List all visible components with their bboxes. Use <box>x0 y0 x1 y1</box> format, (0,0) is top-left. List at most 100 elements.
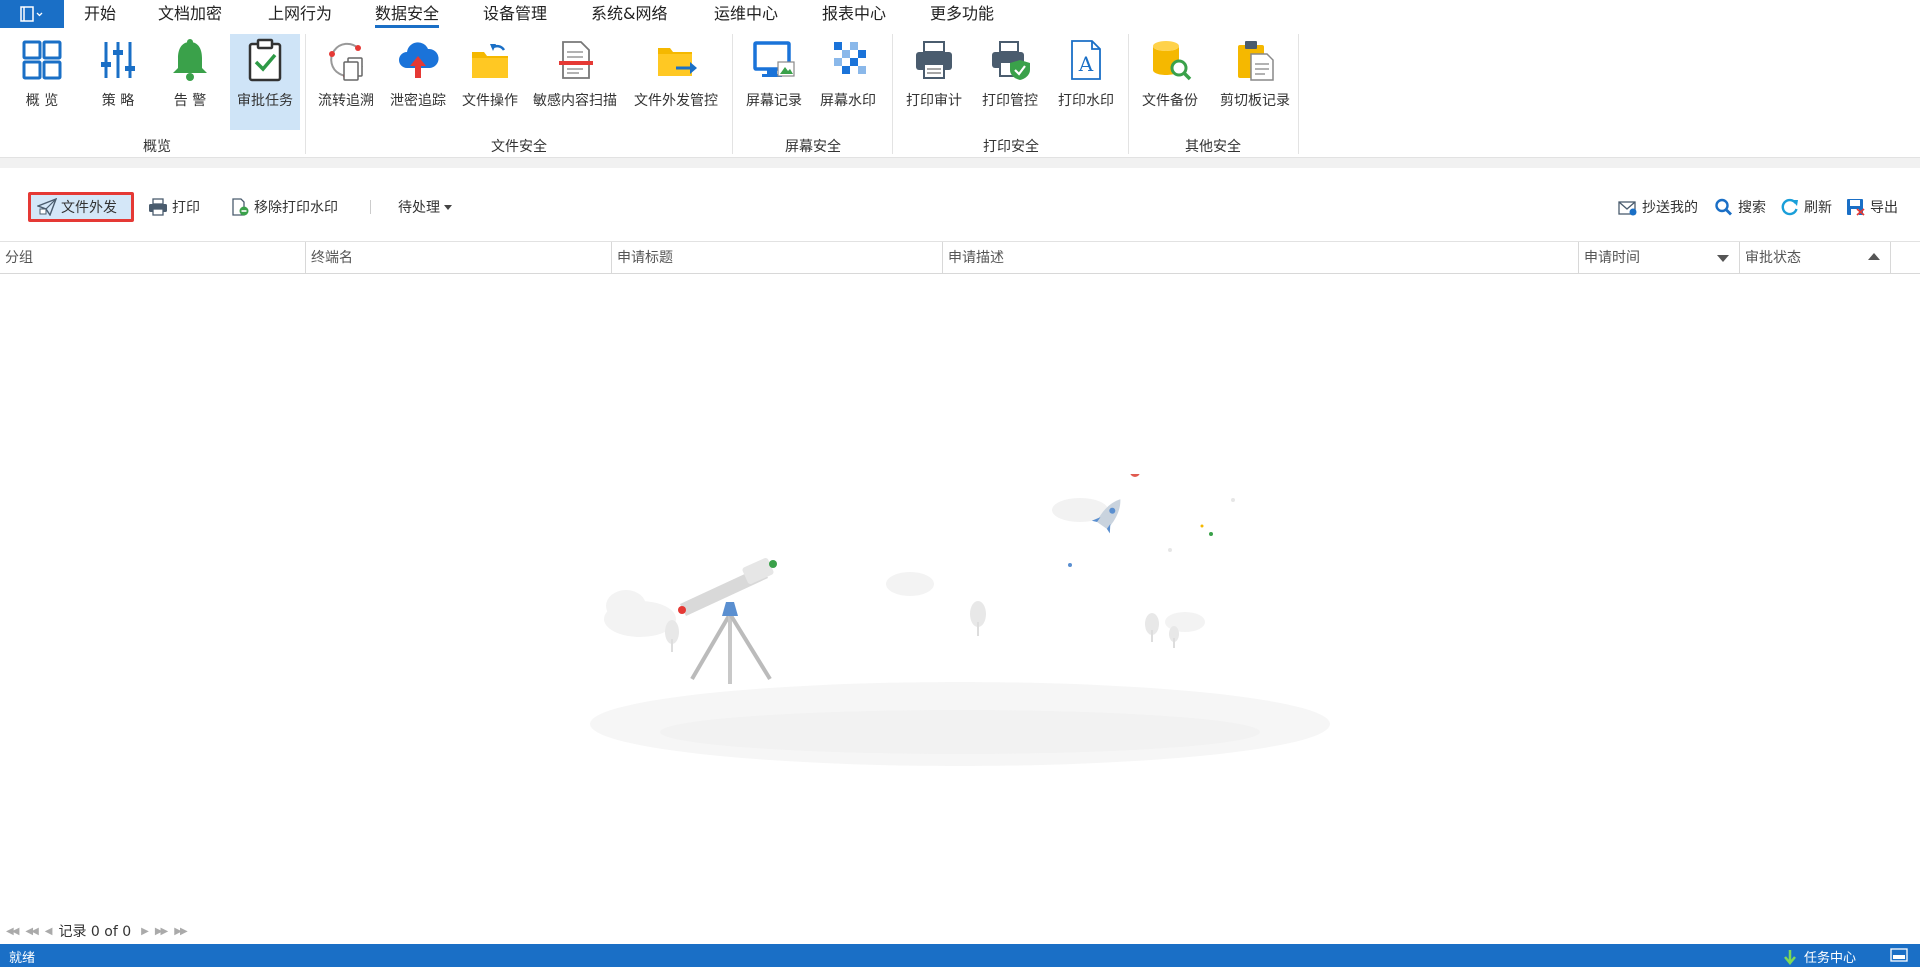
ribbon-group-overview-label: 概览 <box>143 139 171 155</box>
column-header-title[interactable]: 申请标题 <box>612 242 943 274</box>
prev-page-icon[interactable]: ◀ <box>45 926 53 937</box>
approval-clipboard-icon <box>248 38 282 82</box>
file-send-button[interactable]: 文件外发 <box>28 192 134 222</box>
print-button[interactable]: 打印 <box>148 192 200 222</box>
status-filter-label: 待处理 <box>398 200 440 216</box>
ribbon-screen-record-button[interactable]: 屏幕记录 <box>738 34 810 130</box>
text-document-icon: A <box>1071 40 1101 80</box>
column-header-terminal[interactable]: 终端名 <box>306 242 612 274</box>
prev-page-block-icon[interactable]: ◀◀ <box>25 926 38 937</box>
ribbon-group-separator <box>732 34 733 154</box>
ribbon-file-backup-button[interactable]: 文件备份 <box>1134 34 1206 130</box>
status-filter-dropdown[interactable]: 待处理 <box>398 192 457 222</box>
ribbon-file-operation-button[interactable]: 文件操作 <box>456 34 524 130</box>
pager-record-count: 记录 0 of 0 <box>58 924 132 940</box>
menu-tab-data-security[interactable]: 数据安全 <box>375 0 440 28</box>
ribbon-screen-watermark-button[interactable]: 屏幕水印 <box>812 34 884 130</box>
ribbon-policy-label: 策 略 <box>101 93 135 109</box>
ribbon-screen-watermark-label: 屏幕水印 <box>820 93 876 109</box>
caret-down-icon <box>444 205 452 210</box>
next-page-icon[interactable]: ▶ <box>141 926 149 937</box>
ribbon-print-control-button[interactable]: 打印管控 <box>974 34 1046 130</box>
ribbon-sensitive-scan-button[interactable]: 敏感内容扫描 <box>528 34 622 130</box>
ribbon-print-watermark-button[interactable]: A 打印水印 <box>1050 34 1122 130</box>
ribbon-file-trace-button[interactable]: 流转追溯 <box>312 34 380 130</box>
column-header-request-time[interactable]: 申请时间 <box>1579 242 1740 274</box>
last-page-icon[interactable]: ▶▶ <box>174 926 187 937</box>
ribbon-screen-record-label: 屏幕记录 <box>746 93 802 109</box>
cc-to-me-button[interactable]: 抄送我的 <box>1618 192 1698 222</box>
cloud-upload-icon <box>399 42 439 78</box>
ribbon-print-control-label: 打印管控 <box>982 93 1038 109</box>
file-trace-icon <box>329 42 363 81</box>
app-menu-icon <box>20 6 43 22</box>
menu-bar: 开始 文档加密 上网行为 数据安全 设备管理 系统&网络 运维中心 报表中心 更… <box>0 0 1920 28</box>
ribbon-group-screen-security-label: 屏幕安全 <box>785 139 841 155</box>
ribbon-overview-button[interactable]: 概 览 <box>12 34 72 130</box>
refresh-icon <box>1781 198 1798 216</box>
column-header-label: 申请描述 <box>948 250 1004 266</box>
menu-tab-report-center[interactable]: 报表中心 <box>822 0 886 28</box>
export-button[interactable]: 导出 <box>1846 192 1898 222</box>
ribbon-file-backup-label: 文件备份 <box>1142 93 1198 109</box>
ribbon-spacer <box>0 158 1920 168</box>
svg-text:A: A <box>1078 52 1094 76</box>
ribbon-file-send-control-label: 文件外发管控 <box>634 93 718 109</box>
ribbon-alert-button[interactable]: 告 警 <box>160 34 220 130</box>
backup-database-icon <box>1153 41 1192 81</box>
printer-shield-icon <box>992 41 1030 80</box>
column-header-label: 分组 <box>5 250 33 266</box>
ribbon-print-audit-button[interactable]: 打印审计 <box>898 34 970 130</box>
sort-descending-icon[interactable] <box>1717 255 1729 262</box>
app-menu-button[interactable] <box>0 0 64 28</box>
column-header-label: 终端名 <box>311 250 353 266</box>
watermark-icon <box>834 42 866 74</box>
ribbon-policy-button[interactable]: 策 略 <box>88 34 148 130</box>
ribbon-leak-trace-button[interactable]: 泄密追踪 <box>384 34 452 130</box>
ribbon: 概 览 策 略 告 警 审批任务 概览 流转追溯 泄密追踪 文件操作 敏感内容扫… <box>0 28 1920 158</box>
column-header-description[interactable]: 申请描述 <box>943 242 1579 274</box>
refresh-label: 刷新 <box>1804 200 1832 216</box>
monitor-record-icon <box>753 41 795 77</box>
menu-tab-more-features[interactable]: 更多功能 <box>930 0 994 28</box>
column-header-group[interactable]: 分组 <box>0 242 306 274</box>
printer-icon <box>916 41 952 79</box>
document-scan-icon <box>559 41 593 79</box>
printer-icon <box>149 198 167 216</box>
task-center-button[interactable]: 任务中心 <box>1782 947 1856 966</box>
sort-ascending-icon[interactable] <box>1868 253 1880 260</box>
ribbon-clipboard-record-label: 剪切板记录 <box>1220 93 1290 109</box>
refresh-button[interactable]: 刷新 <box>1780 192 1832 222</box>
ribbon-clipboard-record-button[interactable]: 剪切板记录 <box>1210 34 1300 130</box>
column-header-label: 申请时间 <box>1584 250 1640 266</box>
folder-operation-icon <box>472 44 508 78</box>
remove-watermark-icon <box>232 198 249 216</box>
file-send-label: 文件外发 <box>61 200 117 216</box>
toolbar: 文件外发 打印 移除打印水印 待处理 抄送我的 搜索 刷新 导出 <box>0 168 1920 242</box>
column-header-approval-status[interactable]: 审批状态 <box>1740 242 1891 274</box>
export-label: 导出 <box>1870 200 1898 216</box>
menu-tab-device-management[interactable]: 设备管理 <box>483 0 547 28</box>
ribbon-approval-task-button[interactable]: 审批任务 <box>230 34 300 130</box>
menu-tab-ops-center[interactable]: 运维中心 <box>714 0 778 28</box>
ribbon-overview-label: 概 览 <box>25 93 59 109</box>
menu-tab-system-network[interactable]: 系统&网络 <box>591 0 667 28</box>
menu-tab-web-behavior[interactable]: 上网行为 <box>268 0 332 28</box>
ribbon-group-separator <box>1298 34 1299 154</box>
ribbon-group-separator <box>1128 34 1129 154</box>
task-center-label: 任务中心 <box>1804 951 1857 966</box>
menu-tab-start[interactable]: 开始 <box>84 0 116 28</box>
panel-toggle-icon[interactable] <box>1890 948 1908 962</box>
ribbon-file-send-control-button[interactable]: 文件外发管控 <box>626 34 726 130</box>
next-page-block-icon[interactable]: ▶▶ <box>155 926 168 937</box>
search-button[interactable]: 搜索 <box>1714 192 1766 222</box>
first-page-icon[interactable]: ◀◀ <box>6 926 19 937</box>
ribbon-file-trace-label: 流转追溯 <box>318 93 374 109</box>
menu-tab-doc-encrypt[interactable]: 文档加密 <box>158 0 222 28</box>
remove-print-watermark-button[interactable]: 移除打印水印 <box>230 192 338 222</box>
ribbon-file-operation-label: 文件操作 <box>462 93 518 109</box>
ribbon-print-audit-label: 打印审计 <box>906 93 962 109</box>
export-save-icon <box>1847 199 1865 216</box>
column-header-label: 审批状态 <box>1745 250 1801 266</box>
grid-body-empty <box>0 274 1920 918</box>
